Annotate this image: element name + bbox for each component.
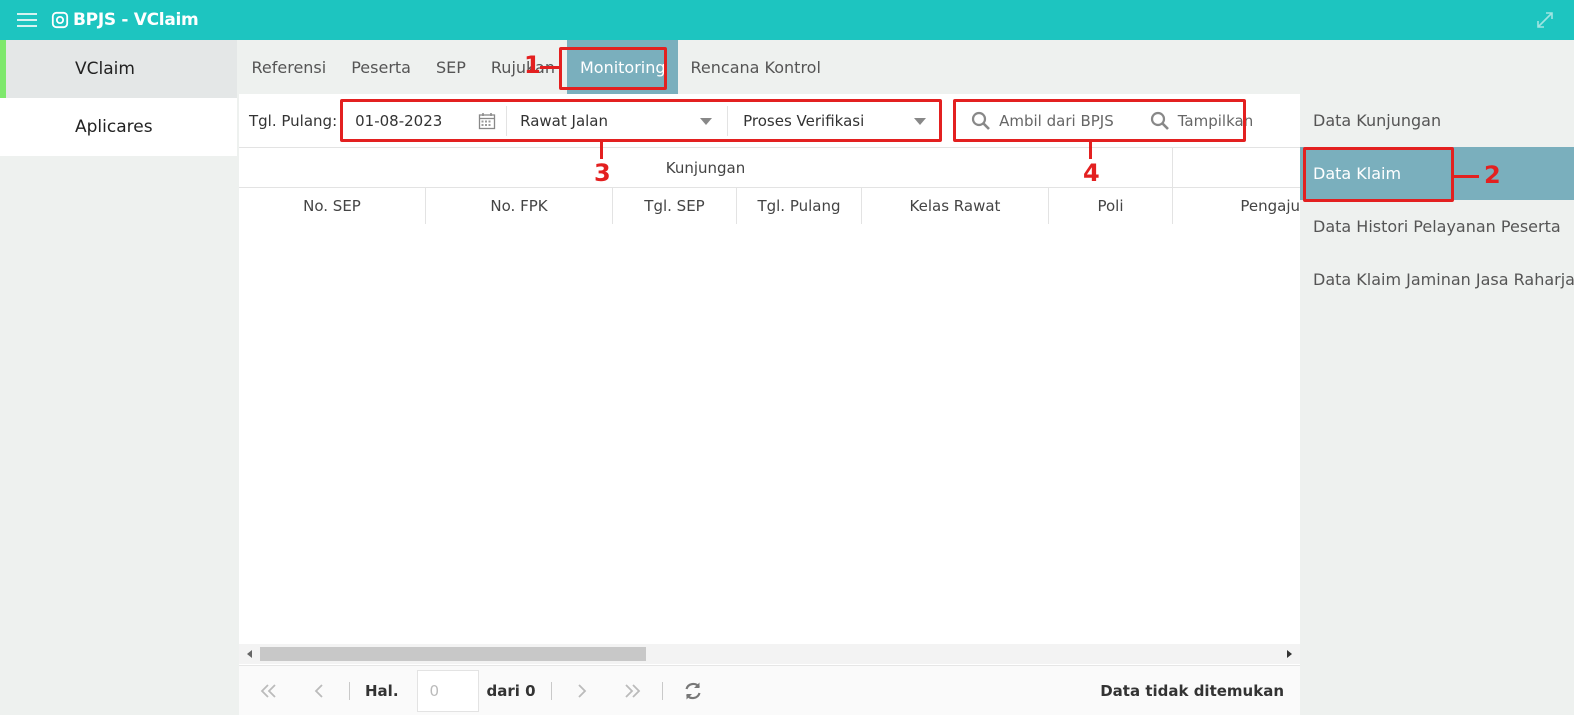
annotation-line-2 [1454, 175, 1479, 178]
first-page-icon[interactable] [259, 681, 279, 701]
pager-divider [661, 681, 663, 700]
previous-page-icon[interactable] [309, 681, 329, 701]
pagination-bar: Hal. dari 0 Data tidak ditemukan [239, 665, 1300, 715]
grid-group-header-row: Kunjungan [239, 148, 1300, 188]
dari-label: dari 0 [486, 681, 536, 700]
app-logo-icon [51, 11, 69, 29]
tgl-pulang-label: Tgl. Pulang: [249, 111, 338, 130]
date-value: 01-08-2023 [355, 111, 443, 130]
scroll-right-icon[interactable] [1287, 650, 1292, 658]
column-header-no-sep[interactable]: No. SEP [239, 188, 426, 224]
status-klaim-value: Proses Verifikasi [743, 111, 865, 130]
main-panel: Tgl. Pulang: 01-08-2023 Rawat Jalan Pros… [239, 94, 1300, 715]
column-header-tgl-sep[interactable]: Tgl. SEP [613, 188, 737, 224]
search-icon [1150, 111, 1169, 130]
annotation-line-4 [1089, 141, 1092, 159]
tampilkan-button[interactable]: Tampilkan [1150, 111, 1253, 131]
menu-item-data-histori[interactable]: Data Histori Pelayanan Peserta [1300, 200, 1574, 253]
chevron-down-icon [914, 117, 927, 125]
tab-sep[interactable]: SEP [423, 40, 478, 94]
column-header-poli[interactable]: Poli [1049, 188, 1173, 224]
menu-item-data-klaim-jasa-raharja[interactable]: Data Klaim Jaminan Jasa Raharja [1300, 253, 1574, 306]
right-menu: Data Kunjungan Data Klaim Data Histori P… [1300, 94, 1574, 306]
nav-item-vclaim[interactable]: VClaim [0, 40, 237, 98]
annotation-line-3 [600, 141, 603, 159]
refresh-icon[interactable] [683, 681, 703, 701]
column-header-kelas-rawat[interactable]: Kelas Rawat [862, 188, 1049, 224]
search-icon [972, 111, 991, 130]
app-title: BPJS - VClaim [73, 10, 199, 30]
scroll-left-icon[interactable] [247, 650, 252, 658]
column-header-tgl-pulang[interactable]: Tgl. Pulang [737, 188, 862, 224]
tampilkan-label: Tampilkan [1177, 111, 1254, 130]
last-page-icon[interactable] [622, 681, 642, 701]
column-header-no-fpk[interactable]: No. FPK [426, 188, 613, 224]
ambil-label: Ambil dari BPJS [999, 111, 1114, 130]
hal-label: Hal. [365, 681, 399, 700]
jenis-pelayanan-value: Rawat Jalan [520, 111, 609, 130]
next-page-icon[interactable] [572, 681, 592, 701]
pager-divider [550, 681, 552, 700]
filter-toolbar: Tgl. Pulang: 01-08-2023 Rawat Jalan Pros… [239, 94, 1300, 148]
menu-item-data-klaim[interactable]: Data Klaim [1300, 147, 1574, 200]
column-header-pengaju[interactable]: Pengaju [1173, 188, 1300, 224]
grid-column-header-row: No. SEP No. FPK Tgl. SEP Tgl. Pulang Kel… [239, 188, 1300, 224]
title-bar: BPJS - VClaim [0, 0, 1574, 40]
chevron-down-icon [700, 117, 713, 125]
tab-referensi[interactable]: Referensi [239, 40, 339, 94]
annotation-number-2: 2 [1484, 161, 1501, 189]
pager-divider [349, 681, 350, 700]
date-field[interactable]: 01-08-2023 [352, 105, 508, 136]
nav-item-aplicares[interactable]: Aplicares [0, 98, 237, 156]
status-klaim-select[interactable]: Proses Verifikasi [741, 106, 941, 136]
tab-rencana-kontrol[interactable]: Rencana Kontrol [678, 40, 833, 94]
pager-status: Data tidak ditemukan [1100, 681, 1284, 700]
annotation-number-1: 1 [524, 51, 541, 79]
left-navigation: VClaim Aplicares [0, 40, 237, 715]
data-grid: Kunjungan No. SEP No. FPK Tgl. SEP Tgl. … [239, 148, 1300, 644]
scrollbar-thumb[interactable] [260, 647, 646, 661]
ambil-dari-bpjs-button[interactable]: Ambil dari BPJS [971, 111, 1114, 131]
tab-peserta[interactable]: Peserta [339, 40, 424, 94]
menu-item-data-kunjungan[interactable]: Data Kunjungan [1300, 94, 1574, 147]
horizontal-scrollbar[interactable] [239, 644, 1300, 664]
annotation-number-4: 4 [1083, 159, 1100, 187]
annotation-line-1 [540, 66, 560, 69]
group-header-kunjungan: Kunjungan [239, 148, 1173, 187]
expand-icon[interactable] [1536, 11, 1554, 29]
page-number-input[interactable] [416, 669, 479, 712]
calendar-icon[interactable] [478, 112, 496, 130]
nav-item-label: Aplicares [75, 117, 153, 137]
tab-monitoring[interactable]: Monitoring [567, 40, 679, 94]
nav-item-label: VClaim [75, 59, 135, 79]
annotation-number-3: 3 [594, 159, 611, 187]
hamburger-menu-icon[interactable] [17, 13, 37, 27]
jenis-pelayanan-select[interactable]: Rawat Jalan [518, 105, 729, 136]
